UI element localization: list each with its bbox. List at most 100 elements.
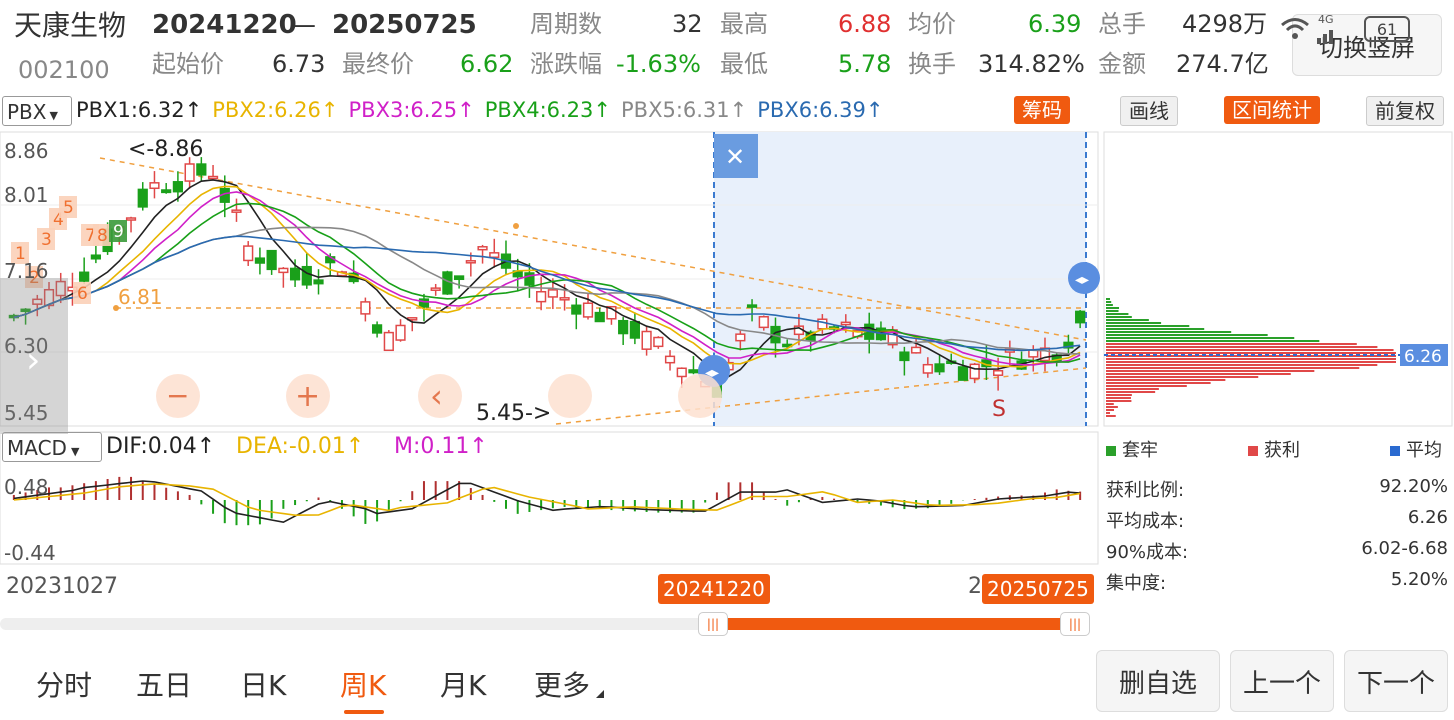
previous-stock-button[interactable]: 上一个 bbox=[1230, 650, 1334, 712]
fullscreen-button[interactable] bbox=[678, 374, 722, 418]
dropdown-icon: ▼ bbox=[49, 109, 58, 122]
forward-adjust-button[interactable]: 前复权 bbox=[1366, 96, 1444, 126]
stat-value: 314.82% bbox=[978, 50, 1085, 78]
chip-bar bbox=[1106, 298, 1110, 300]
chip-bar bbox=[1106, 313, 1129, 315]
stock-code: 002100 bbox=[18, 56, 110, 84]
stat-label: 最低 bbox=[720, 50, 768, 78]
candle-body bbox=[653, 336, 664, 348]
stat-value: 32 bbox=[672, 10, 703, 38]
pbx-value-3: PBX3:6.25↑ bbox=[348, 98, 475, 122]
pbx-value-5: PBX5:6.31↑ bbox=[621, 98, 748, 122]
stat-label: 涨跌幅 bbox=[530, 50, 602, 78]
candle-body bbox=[301, 265, 312, 286]
legend-trapped: 套牢 bbox=[1106, 436, 1158, 462]
stat-label: 起始价 bbox=[152, 50, 224, 78]
candle-body bbox=[313, 279, 324, 285]
chip-stat-90cost: 90%成本: 6.02-6.68 bbox=[1106, 538, 1448, 563]
tab-five-day[interactable]: 五日 bbox=[136, 664, 192, 704]
chip-button[interactable]: 筹码 bbox=[1014, 96, 1070, 124]
chip-stat-concentration: 集中度: 5.20% bbox=[1106, 569, 1448, 594]
candle-body bbox=[547, 289, 558, 298]
timeline-start-date: 20231027 bbox=[6, 574, 118, 599]
chip-bar bbox=[1106, 403, 1114, 405]
candle-body bbox=[641, 330, 652, 350]
chip-bar bbox=[1106, 415, 1116, 417]
tab-more[interactable]: 更多 bbox=[534, 664, 590, 704]
tab-daily-k[interactable]: 日K bbox=[240, 664, 286, 704]
stat-value: 4298万 bbox=[1182, 10, 1268, 38]
stat-value: 5.78 bbox=[838, 50, 892, 78]
chip-bar bbox=[1106, 352, 1396, 354]
scroll-right-button[interactable] bbox=[548, 374, 592, 418]
candle-body bbox=[934, 363, 945, 373]
chip-bar bbox=[1106, 376, 1259, 378]
candle-body bbox=[430, 287, 441, 291]
candle-body bbox=[969, 363, 980, 380]
chip-bar bbox=[1106, 304, 1113, 306]
sell-signal: S bbox=[992, 397, 1006, 422]
candle-body bbox=[477, 246, 488, 251]
macd-dif: DIF:0.04↑ bbox=[106, 434, 216, 459]
chip-bar bbox=[1106, 391, 1156, 393]
avg-cost-tag-label: 6.26 bbox=[1404, 347, 1442, 367]
chip-bar bbox=[1106, 337, 1295, 339]
candle-body bbox=[184, 163, 195, 182]
candle-body bbox=[149, 182, 160, 190]
tab-monthly-k[interactable]: 月K bbox=[440, 664, 486, 704]
timeline-left-grip[interactable]: ||| bbox=[698, 612, 728, 636]
candle-body bbox=[79, 271, 90, 282]
stat-label: 周期数 bbox=[530, 10, 602, 38]
macd-selector[interactable]: MACD ▼ bbox=[2, 432, 102, 462]
candle-body bbox=[231, 209, 242, 213]
date-range-sep: — bbox=[290, 10, 316, 40]
candle-body bbox=[90, 254, 101, 260]
indicator-selector-label: PBX bbox=[7, 100, 47, 124]
macd-selector-label: MACD bbox=[7, 436, 67, 460]
chip-bar bbox=[1106, 412, 1110, 414]
stat-label: 最高 bbox=[720, 10, 768, 38]
macd-dea-line bbox=[13, 483, 1081, 517]
candle-body bbox=[207, 175, 219, 180]
timeline-right-grip[interactable]: ||| bbox=[1060, 612, 1090, 636]
seq-label: 6 bbox=[77, 284, 88, 304]
candle-body bbox=[746, 304, 758, 308]
tab-intraday[interactable]: 分时 bbox=[36, 664, 92, 704]
candle-body bbox=[278, 267, 289, 274]
stat-value: 6.39 bbox=[1028, 10, 1082, 38]
timeline-selection[interactable] bbox=[700, 618, 1076, 630]
candle-body bbox=[817, 318, 828, 330]
range-stats-button[interactable]: 区间统计 bbox=[1224, 96, 1320, 124]
indicator-selector[interactable]: PBX ▼ bbox=[2, 96, 72, 126]
candle-body bbox=[840, 321, 851, 326]
quote-header: 天康生物 002100 20241220 — 20250725 周期数 32 最… bbox=[0, 0, 1454, 92]
seq-label: 8 bbox=[97, 226, 108, 246]
remove-watchlist-button[interactable]: 删自选 bbox=[1096, 650, 1220, 712]
next-stock-button[interactable]: 下一个 bbox=[1344, 650, 1448, 712]
wifi-icon bbox=[1281, 18, 1309, 39]
chip-bar bbox=[1106, 340, 1320, 342]
chip-bar bbox=[1106, 310, 1119, 312]
chip-bar bbox=[1106, 331, 1232, 333]
candle-body bbox=[1075, 310, 1086, 324]
chip-bar bbox=[1106, 328, 1205, 330]
tab-weekly-k[interactable]: 周K bbox=[340, 664, 386, 704]
macd-m: M:0.11↑ bbox=[394, 434, 488, 459]
candle-body bbox=[688, 369, 699, 374]
pbx-value-2: PBX2:6.26↑ bbox=[212, 98, 339, 122]
chip-bar bbox=[1106, 316, 1132, 318]
stat-value: 274.7亿 bbox=[1176, 50, 1269, 78]
pbx-values: PBX1:6.32↑ PBX2:6.26↑ PBX3:6.25↑ PBX4:6.23↑… bbox=[76, 98, 884, 122]
sel-start-date-tag: 20241220 bbox=[658, 574, 770, 604]
chip-bar bbox=[1106, 409, 1115, 411]
macd-dea: DEA:-0.01↑ bbox=[236, 434, 365, 459]
timeline-partial: 2 bbox=[968, 574, 982, 599]
zoom-out-icon: − bbox=[166, 379, 189, 412]
active-tab-indicator bbox=[344, 710, 384, 714]
prev-period-icon: › bbox=[26, 340, 40, 381]
candle-body bbox=[465, 260, 476, 264]
chip-bar bbox=[1106, 406, 1118, 408]
draw-line-button[interactable]: 画线 bbox=[1120, 96, 1178, 126]
more-corner-icon bbox=[596, 690, 604, 698]
candle-body bbox=[289, 267, 301, 281]
